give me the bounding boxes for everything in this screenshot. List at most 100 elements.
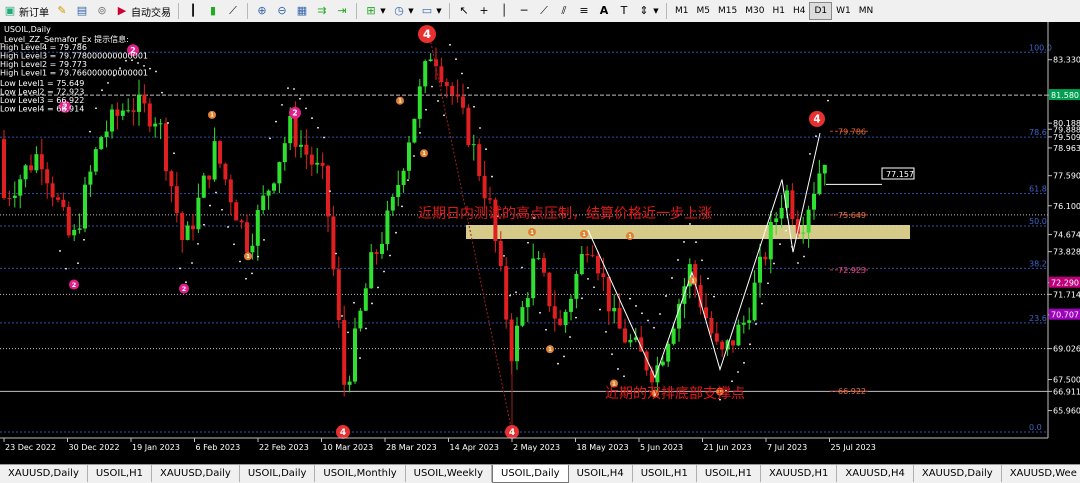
navigator-button[interactable]: ▤	[73, 2, 91, 20]
chevron-down-icon: ▼	[653, 7, 659, 15]
candle-body	[234, 202, 239, 221]
sar-dot	[371, 302, 373, 305]
price-label: 65.960	[1053, 407, 1080, 416]
sar-dot	[461, 72, 463, 75]
trendline-tool-button[interactable]: ⟋	[535, 2, 553, 20]
indicators-icon: ⊞	[366, 4, 376, 17]
timeframe-m30[interactable]: M30	[741, 3, 768, 19]
sar-dot	[233, 243, 235, 246]
zoom-in-button[interactable]: ⊕	[253, 2, 271, 20]
chart-tab[interactable]: XAUUSD,H1	[761, 465, 838, 482]
periods-button[interactable]: ◷ ▼	[390, 2, 416, 20]
chart-tab[interactable]: USOIL,H1	[697, 465, 761, 482]
candle-chart-button[interactable]: ▮	[204, 2, 222, 20]
timeframe-m1[interactable]: M1	[671, 3, 693, 19]
candle-body	[401, 170, 406, 186]
timeframe-h4[interactable]: H4	[789, 3, 810, 19]
templates-button[interactable]: ▭ ▼	[418, 2, 444, 20]
sar-dot	[161, 91, 163, 94]
chart-tab[interactable]: USOIL,Monthly	[315, 465, 406, 482]
channel-tool-button[interactable]: ⫽	[555, 2, 573, 20]
sar-dot	[671, 277, 673, 279]
chart-tab[interactable]: XAUUSD,H4	[837, 465, 914, 482]
new-order-button[interactable]: ▣ 新订单	[1, 2, 51, 20]
semafor-marker: 1	[396, 96, 404, 105]
cursor-tool-button[interactable]: ↖	[455, 2, 473, 20]
semafor-label: 2	[72, 281, 77, 289]
candle-body	[434, 59, 438, 67]
chart-tab[interactable]: USOIL,H1	[633, 465, 697, 482]
sar-dot	[785, 229, 787, 232]
timeframe-mn[interactable]: MN	[855, 3, 878, 19]
sar-dot	[149, 67, 151, 70]
auto-trading-button[interactable]: ▶ 自动交易	[113, 2, 173, 20]
candle-body	[34, 154, 39, 171]
semafor-marker: 1	[420, 149, 428, 158]
candle-body	[444, 82, 449, 86]
candle-body	[72, 229, 77, 236]
fibonacci-label: 0.0	[1029, 423, 1042, 432]
sar-dot	[287, 87, 289, 90]
price-highlight-label: 72.290	[1051, 279, 1079, 288]
candlestick-icon: ▮	[209, 4, 217, 17]
chart-tab[interactable]: USOIL,H1	[88, 465, 152, 482]
timeframe-w1[interactable]: W1	[832, 3, 855, 19]
chart-tab[interactable]: USOIL,Daily	[240, 465, 316, 482]
sar-dot	[767, 282, 769, 285]
fibonacci-tool-button[interactable]: ≡	[575, 2, 593, 20]
horizontal-line-tool-button[interactable]: ─	[515, 2, 533, 20]
chart-tab[interactable]: XAUUSD,Daily	[0, 465, 88, 482]
sar-dot	[299, 97, 301, 100]
sar-dot	[647, 319, 649, 322]
candle-body	[23, 165, 28, 180]
price-chart[interactable]: 100.078.661.850.038.223.60.079.78675.649…	[0, 22, 1080, 464]
candle-body	[822, 164, 827, 174]
zoom-out-button[interactable]: ⊖	[273, 2, 291, 20]
semafor-marker: 4	[809, 110, 825, 127]
semafor-marker: 2	[69, 279, 79, 290]
sar-dot	[275, 120, 277, 123]
vertical-line-tool-button[interactable]: │	[495, 2, 513, 20]
timeframe-d1[interactable]: D1	[809, 2, 833, 20]
chart-tab[interactable]: USOIL,Daily	[492, 465, 569, 483]
chart-area[interactable]: 100.0 78.6 61.8 50.0 38.2 23.6 0.0 79.786 75.649…	[0, 22, 1080, 464]
chart-tab[interactable]: USOIL,H4	[569, 465, 633, 482]
candle-body	[212, 141, 217, 180]
candle	[93, 146, 98, 176]
auto-scroll-button[interactable]: ⇉	[313, 2, 331, 20]
indicators-button[interactable]: ⊞ ▼	[362, 2, 388, 20]
line-chart-button[interactable]: ⟋	[224, 2, 242, 20]
chart-tab[interactable]: XAUUSD,Daily	[914, 465, 1002, 482]
candle-body	[720, 341, 725, 350]
timeframe-m5[interactable]: M5	[693, 3, 715, 19]
chart-tab[interactable]: XAUUSD,Wee	[1002, 465, 1080, 482]
sar-dot	[437, 100, 439, 102]
timeframe-m15[interactable]: M15	[714, 3, 741, 19]
crosshair-tool-button[interactable]: +	[475, 2, 493, 20]
chart-tab[interactable]: USOIL,Weekly	[406, 465, 493, 482]
toolbar-separator	[178, 3, 179, 19]
candle-body	[358, 310, 363, 329]
chart-shift-button[interactable]: ⇥	[333, 2, 351, 20]
date-label: 23 Dec 2022	[5, 443, 56, 452]
bar-chart-button[interactable]: ┃	[184, 2, 202, 20]
sar-dot	[239, 260, 241, 263]
chart-tab[interactable]: XAUUSD,Daily	[152, 465, 240, 482]
market-watch-button[interactable]: ⊚	[93, 2, 111, 20]
sar-dot	[191, 262, 193, 264]
candle-body	[482, 175, 487, 199]
candle-body	[617, 307, 622, 329]
sar-dot	[167, 122, 169, 124]
sar-dot	[107, 81, 109, 84]
sar-dot	[431, 85, 433, 88]
candle	[358, 307, 363, 332]
candle-body	[288, 115, 293, 144]
candle-body	[504, 266, 509, 320]
timeframe-group: M1 M5 M15 M30 H1 H4 D1 W1 MN	[671, 2, 877, 20]
metaeditor-button[interactable]: ✎	[53, 2, 71, 20]
arrows-tool-button[interactable]: ⇕ ▼	[635, 2, 661, 20]
timeframe-h1[interactable]: H1	[768, 3, 789, 19]
label-tool-button[interactable]: T	[615, 2, 633, 20]
text-tool-button[interactable]: A	[595, 2, 613, 20]
tile-windows-button[interactable]: ▦	[293, 2, 311, 20]
